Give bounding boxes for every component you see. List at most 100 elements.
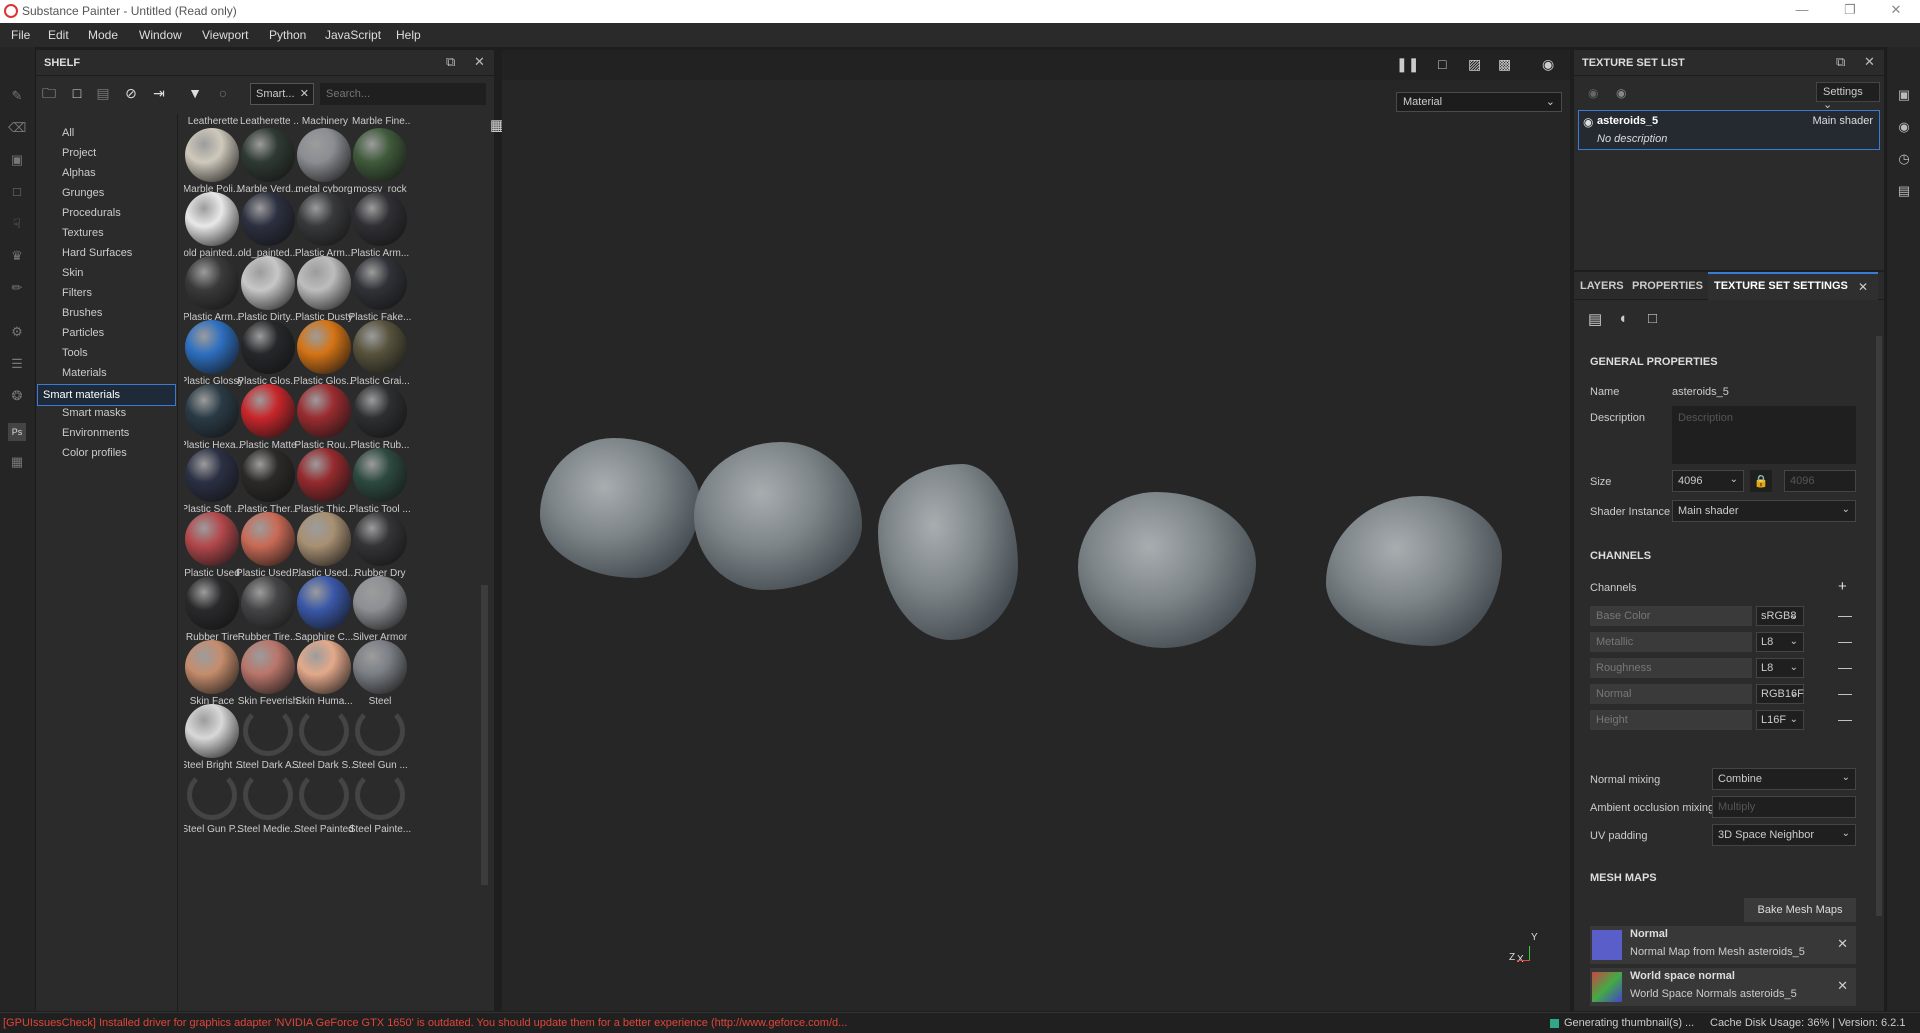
channel-roughness[interactable]: Roughness	[1590, 658, 1752, 678]
channel-metallic[interactable]: Metallic	[1590, 632, 1752, 652]
channel-base-color[interactable]: Base Color	[1590, 606, 1752, 626]
shelf-scrollbar[interactable]	[481, 585, 488, 885]
menu-javascript[interactable]: JavaScript	[325, 28, 381, 42]
mesh-map-world-normal[interactable]: World space normal World Space Normals a…	[1590, 968, 1856, 1006]
smudge-icon[interactable]: ☟	[8, 215, 26, 233]
viewport-3d[interactable]: ❚❚ □ ▨ ▩ ◉ Material⌄ Y Z X	[502, 50, 1570, 1011]
remove-channel-icon[interactable]: —	[1838, 659, 1852, 675]
category-procedurals[interactable]: Procedurals	[36, 204, 176, 223]
close-panel-icon[interactable]: ✕	[1864, 54, 1875, 70]
shader-settings-icon[interactable]: ◉	[1896, 119, 1912, 135]
mesh-map-normal[interactable]: Normal Normal Map from Mesh asteroids_5 …	[1590, 926, 1856, 964]
tab-properties[interactable]: PROPERTIES	[1632, 280, 1703, 292]
remove-mesh-map-icon[interactable]: ✕	[1837, 936, 1848, 952]
category-skin[interactable]: Skin	[36, 264, 176, 283]
close-window-icon[interactable]: ✕	[1876, 2, 1916, 20]
shader-instance-select[interactable]: Main shader ⌄	[1672, 500, 1856, 522]
lock-icon[interactable]: 🔒	[1750, 470, 1772, 492]
export-icon[interactable]: ▦	[8, 453, 26, 471]
remove-channel-icon[interactable]: —	[1838, 633, 1852, 649]
size-select[interactable]: 4096 ⌄	[1672, 470, 1744, 492]
category-alphas[interactable]: Alphas	[36, 164, 176, 183]
remove-channel-icon[interactable]: —	[1838, 685, 1852, 701]
category-color-profiles[interactable]: Color profiles	[36, 444, 176, 463]
viewport-mode-select[interactable]: Material ⌄	[1396, 92, 1562, 112]
channel-format-select[interactable]: L16F ⌄	[1756, 710, 1804, 730]
category-tools[interactable]: Tools	[36, 344, 176, 363]
category-textures[interactable]: Textures	[36, 224, 176, 243]
tab-texture-set-settings[interactable]: TEXTURE SET SETTINGS ✕	[1708, 272, 1878, 300]
circle-filter-icon[interactable]: ○	[214, 84, 232, 102]
bake-mesh-maps-button[interactable]: Bake Mesh Maps	[1744, 898, 1856, 922]
smart-material-item[interactable]: Steel Painte...	[348, 766, 412, 844]
channel-format-select[interactable]: L8 ⌄	[1756, 658, 1804, 678]
channel-height[interactable]: Height	[1590, 710, 1752, 730]
clone-stamp-icon[interactable]: ♛	[8, 247, 26, 265]
description-field[interactable]: Description	[1672, 406, 1856, 464]
smart-material-item[interactable]: Steel Gun P...	[184, 766, 244, 844]
remove-channel-icon[interactable]: —	[1838, 607, 1852, 623]
menu-window[interactable]: Window	[139, 28, 182, 42]
screenshot-icon[interactable]: ◉	[1542, 56, 1554, 73]
texture-set-item[interactable]: ◉ asteroids_5 Main shader No description	[1578, 110, 1880, 150]
history-icon[interactable]: ◷	[1896, 151, 1912, 167]
menu-edit[interactable]: Edit	[48, 28, 69, 42]
category-brushes[interactable]: Brushes	[36, 304, 176, 323]
layer-stack-icon[interactable]: ☰	[8, 355, 26, 373]
channel-format-select[interactable]: L8 ⌄	[1756, 632, 1804, 652]
import-icon[interactable]: ▤	[94, 84, 112, 102]
texture-set-icon[interactable]: ▤	[1588, 310, 1602, 328]
remove-mesh-map-icon[interactable]: ✕	[1837, 978, 1848, 994]
menu-viewport[interactable]: Viewport	[202, 28, 248, 42]
smart-material-item[interactable]: Steel Medie...	[236, 766, 300, 844]
category-environments[interactable]: Environments	[36, 424, 176, 443]
uv-padding-select[interactable]: 3D Space Neighbor ⌄	[1712, 824, 1856, 846]
maximize-icon[interactable]: ❐	[1830, 2, 1870, 20]
camera-icon[interactable]: ▩	[1498, 56, 1511, 73]
filter-chip[interactable]: Smart... ✕	[250, 83, 314, 105]
settings-scrollbar[interactable]	[1876, 336, 1882, 916]
photoshop-icon[interactable]: Ps	[8, 423, 26, 441]
material-icon[interactable]: ◖	[1618, 310, 1627, 327]
channel-format-select[interactable]: RGB16F ⌄	[1756, 684, 1804, 704]
polygon-fill-icon[interactable]: □	[8, 183, 26, 201]
cube-icon[interactable]: ▨	[1468, 56, 1481, 73]
normal-mixing-select[interactable]: Combine ⌄	[1712, 768, 1856, 790]
folder-icon[interactable]: 🗀	[40, 84, 58, 102]
category-hard-surfaces[interactable]: Hard Surfaces	[36, 244, 176, 263]
settings-dropdown[interactable]: Settings ⌄	[1816, 82, 1880, 111]
paint-brush-icon[interactable]: ✎	[8, 87, 26, 105]
menu-mode[interactable]: Mode	[88, 28, 118, 42]
log-icon[interactable]: ▤	[1896, 183, 1912, 199]
undock-icon[interactable]: ⧉	[446, 54, 455, 70]
color-picker-icon[interactable]: ✏	[8, 279, 26, 297]
smart-material-item[interactable]: Steel Painted	[292, 766, 356, 844]
eraser-icon[interactable]: ⌫	[8, 119, 26, 137]
close-tab-icon[interactable]: ✕	[1858, 280, 1868, 294]
shelf-search-input[interactable]	[320, 83, 486, 105]
channel-normal[interactable]: Normal	[1590, 684, 1752, 704]
category-grunges[interactable]: Grunges	[36, 184, 176, 203]
category-filters[interactable]: Filters	[36, 284, 176, 303]
uv-icon[interactable]: □	[1648, 310, 1657, 327]
pause-icon[interactable]: ❚❚	[1396, 56, 1419, 73]
channel-format-select[interactable]: sRGB8 ⌄	[1756, 606, 1804, 626]
undock-icon[interactable]: ⧉	[1836, 54, 1845, 70]
menu-file[interactable]: File	[11, 28, 30, 42]
category-smart-materials[interactable]: Smart materials	[37, 384, 176, 406]
category-project[interactable]: Project	[36, 144, 176, 163]
category-all[interactable]: All	[36, 124, 176, 143]
menu-python[interactable]: Python	[269, 28, 306, 42]
iray-icon[interactable]: ❂	[8, 387, 26, 405]
tab-layers[interactable]: LAYERS	[1580, 280, 1624, 292]
projection-icon[interactable]: ▣	[8, 151, 26, 169]
category-smart-masks[interactable]: Smart masks	[36, 404, 176, 423]
bake-settings-icon[interactable]: ⚙	[8, 323, 26, 341]
display-settings-icon[interactable]: ▣	[1896, 87, 1912, 103]
category-particles[interactable]: Particles	[36, 324, 176, 343]
menu-help[interactable]: Help	[396, 28, 421, 42]
minimize-icon[interactable]: —	[1782, 2, 1822, 20]
hide-all-icon[interactable]: ◉	[1588, 86, 1598, 100]
hide-icon[interactable]: ⊘	[122, 84, 140, 102]
remove-channel-icon[interactable]: —	[1838, 711, 1852, 727]
